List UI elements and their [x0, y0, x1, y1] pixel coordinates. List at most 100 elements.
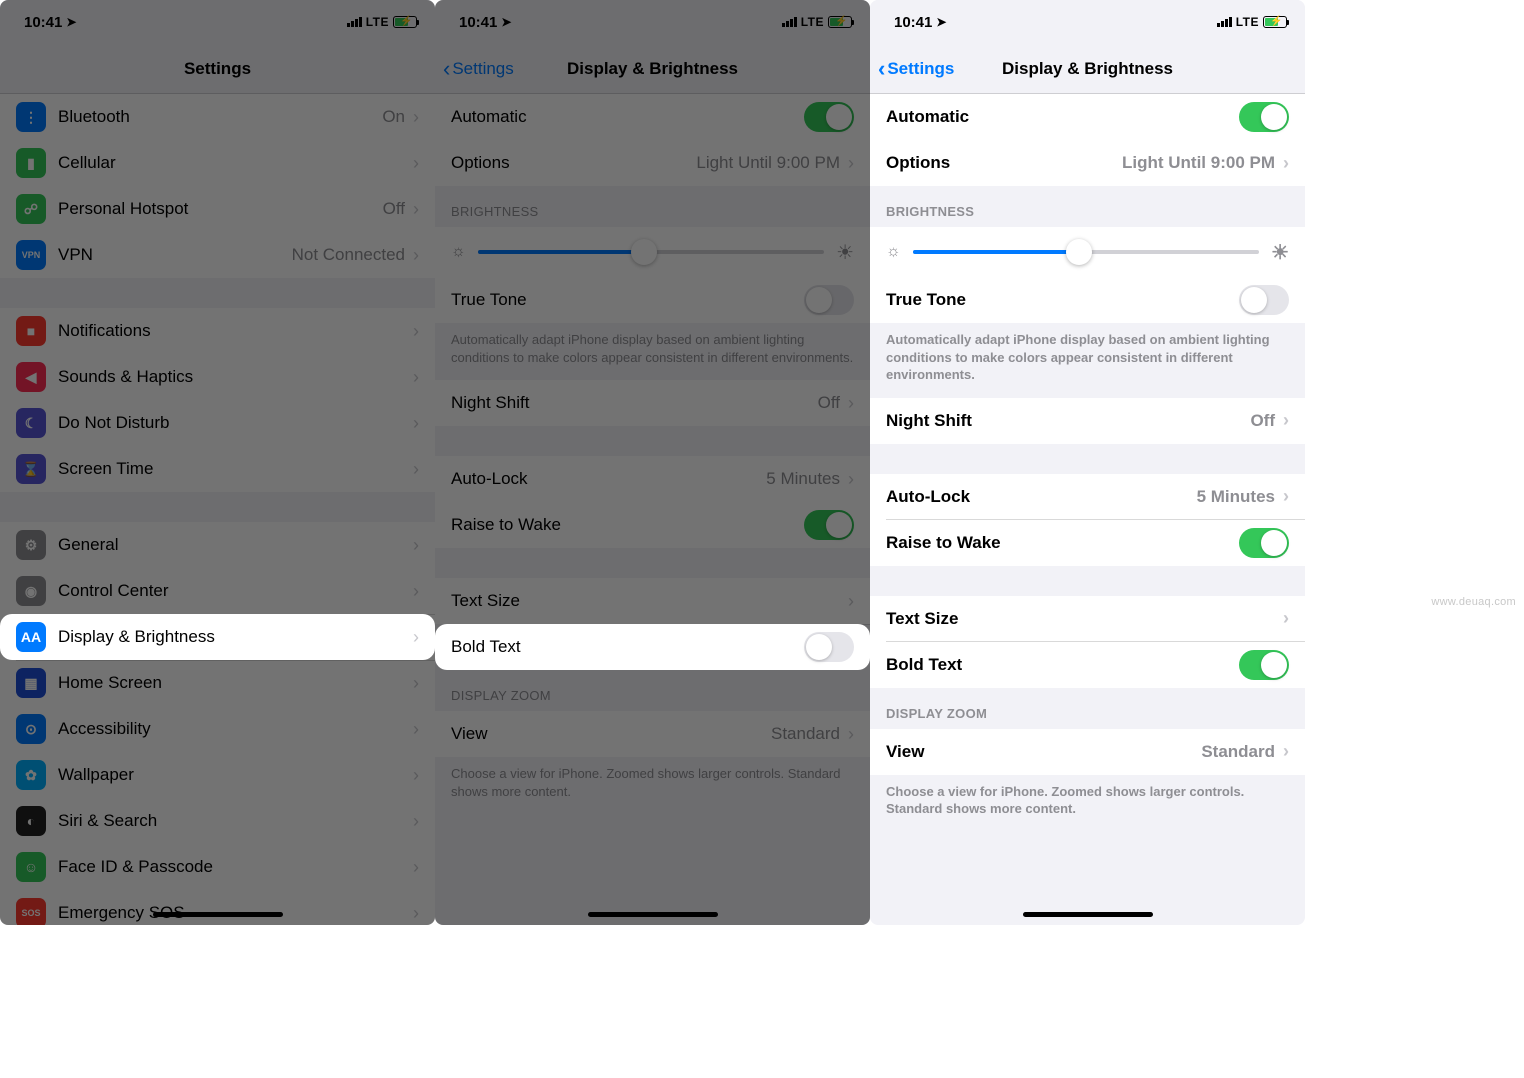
screen-display-brightness: 10:41➤ LTE⚡ ‹Settings Display & Brightne… [870, 0, 1305, 925]
chevron-right-icon: › [413, 153, 419, 174]
row-icon: ☺ [16, 852, 46, 882]
chevron-right-icon: › [848, 469, 854, 490]
row-icon: ⚙ [16, 530, 46, 560]
auto-lock-row[interactable]: Auto-Lock5 Minutes› [870, 474, 1305, 520]
settings-row-control-center[interactable]: ◉Control Center› [0, 568, 435, 614]
chevron-right-icon: › [413, 367, 419, 388]
signal-icon [782, 17, 797, 27]
page-title: Display & Brightness [1002, 59, 1173, 79]
location-icon: ➤ [936, 15, 946, 29]
settings-row-face-id-passcode[interactable]: ☺Face ID & Passcode› [0, 844, 435, 890]
raise-to-wake-row[interactable]: Raise to Wake [435, 502, 870, 548]
settings-row-bluetooth[interactable]: ⋮BluetoothOn› [0, 94, 435, 140]
display-zoom-header: DISPLAY ZOOM [870, 688, 1305, 729]
settings-row-display-brightness[interactable]: AADisplay & Brightness› [0, 614, 435, 660]
chevron-right-icon: › [413, 535, 419, 556]
settings-row-home-screen[interactable]: ▦ Home Screen › [0, 660, 435, 706]
sun-small-icon: ☼ [451, 243, 466, 261]
toggle[interactable] [1239, 285, 1289, 315]
home-indicator[interactable] [588, 912, 718, 917]
toggle[interactable] [804, 632, 854, 662]
home-indicator[interactable] [1023, 912, 1153, 917]
row-label: Accessibility [58, 719, 151, 739]
row-label: Notifications [58, 321, 151, 341]
back-button[interactable]: ‹Settings [443, 58, 514, 80]
settings-row-sounds-haptics[interactable]: ◀Sounds & Haptics› [0, 354, 435, 400]
chevron-right-icon: › [413, 765, 419, 786]
row-value: Not Connected [292, 245, 405, 265]
status-time: 10:41 [24, 14, 62, 31]
toggle[interactable] [804, 102, 854, 132]
text-size-row[interactable]: Text Size› [435, 578, 870, 624]
status-bar: 10:41 ➤ LTE ⚡ [0, 0, 435, 44]
night-shift-row[interactable]: Night ShiftOff› [435, 380, 870, 426]
settings-row-cellular[interactable]: ▮Cellular› [0, 140, 435, 186]
true-tone-footer: Automatically adapt iPhone display based… [870, 323, 1305, 398]
settings-row-emergency-sos[interactable]: SOSEmergency SOS› [0, 890, 435, 925]
settings-row-notifications[interactable]: ■Notifications› [0, 308, 435, 354]
chevron-right-icon: › [413, 199, 419, 220]
sun-small-icon: ☼ [886, 243, 901, 261]
settings-row-general[interactable]: ⚙ General › [0, 522, 435, 568]
options-row[interactable]: OptionsLight Until 9:00 PM› [435, 140, 870, 186]
row-icon: ◐ [16, 806, 46, 836]
chevron-right-icon: › [413, 673, 419, 694]
row-label: General [58, 535, 118, 555]
true-tone-row[interactable]: True Tone [870, 277, 1305, 323]
chevron-right-icon: › [1283, 741, 1289, 762]
true-tone-row[interactable]: True Tone [435, 277, 870, 323]
chevron-right-icon: › [413, 413, 419, 434]
back-button[interactable]: ‹Settings [878, 58, 954, 80]
row-icon: ◉ [16, 576, 46, 606]
row-label: Home Screen [58, 673, 162, 693]
home-indicator[interactable] [153, 912, 283, 917]
toggle[interactable] [1239, 528, 1289, 558]
sun-large-icon: ☀ [836, 240, 854, 265]
automatic-row[interactable]: Automatic [870, 94, 1305, 140]
brightness-slider[interactable] [913, 250, 1259, 254]
chevron-right-icon: › [1283, 608, 1289, 629]
battery-icon: ⚡ [828, 16, 852, 28]
chevron-right-icon: › [413, 107, 419, 128]
display-zoom-footer: Choose a view for iPhone. Zoomed shows l… [870, 775, 1305, 832]
settings-row-personal-hotspot[interactable]: ☍Personal HotspotOff› [0, 186, 435, 232]
toggle[interactable] [804, 510, 854, 540]
row-label: Sounds & Haptics [58, 367, 193, 387]
auto-lock-row[interactable]: Auto-Lock5 Minutes› [435, 456, 870, 502]
options-row[interactable]: OptionsLight Until 9:00 PM› [870, 140, 1305, 186]
navbar: ‹Settings Display & Brightness [435, 44, 870, 94]
chevron-right-icon: › [1283, 486, 1289, 507]
brightness-slider[interactable] [478, 250, 824, 254]
chevron-right-icon: › [413, 627, 419, 648]
settings-row-accessibility[interactable]: ⊙Accessibility› [0, 706, 435, 752]
view-row[interactable]: ViewStandard› [870, 729, 1305, 775]
row-icon: ▦ [16, 668, 46, 698]
night-shift-row[interactable]: Night ShiftOff› [870, 398, 1305, 444]
chevron-right-icon: › [848, 153, 854, 174]
text-size-row[interactable]: Text Size› [870, 596, 1305, 642]
toggle[interactable] [1239, 650, 1289, 680]
chevron-right-icon: › [413, 719, 419, 740]
toggle[interactable] [1239, 102, 1289, 132]
battery-icon: ⚡ [393, 16, 417, 28]
signal-icon [347, 17, 362, 27]
row-label: Control Center [58, 581, 169, 601]
toggle[interactable] [804, 285, 854, 315]
row-value: On [382, 107, 405, 127]
settings-row-screen-time[interactable]: ⌛Screen Time› [0, 446, 435, 492]
automatic-row[interactable]: Automatic [435, 94, 870, 140]
row-icon: ■ [16, 316, 46, 346]
status-bar: 10:41➤ LTE⚡ [870, 0, 1305, 44]
settings-row-wallpaper[interactable]: ✿Wallpaper› [0, 752, 435, 798]
watermark: www.deuaq.com [1431, 596, 1516, 608]
settings-row-siri-search[interactable]: ◐Siri & Search› [0, 798, 435, 844]
bold-text-row[interactable]: Bold Text [870, 642, 1305, 688]
settings-row-do-not-disturb[interactable]: ☾Do Not Disturb› [0, 400, 435, 446]
view-row[interactable]: ViewStandard› [435, 711, 870, 757]
screen-settings-root: 10:41 ➤ LTE ⚡ Settings <div class="cell … [0, 0, 435, 925]
signal-icon [1217, 17, 1232, 27]
bold-text-row[interactable]: Bold Text [435, 624, 870, 670]
row-icon: AA [16, 622, 46, 652]
settings-row-vpn[interactable]: VPNVPNNot Connected› [0, 232, 435, 278]
raise-to-wake-row[interactable]: Raise to Wake [870, 520, 1305, 566]
